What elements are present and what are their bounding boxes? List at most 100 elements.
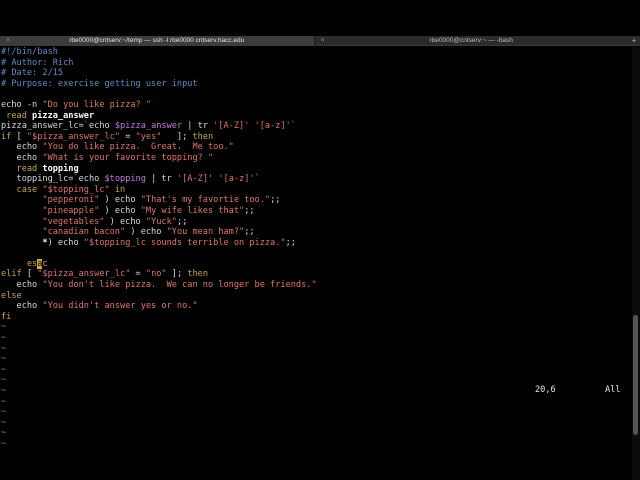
code-token: else <box>1 290 22 301</box>
tab-ssh-session[interactable]: × rbe0000@cntserv:~/temp — ssh -l rbe000… <box>0 36 314 46</box>
code-token: "What is your favorite topping? " <box>42 152 214 163</box>
empty-buffer-line[interactable]: ~ <box>1 354 317 365</box>
code-token: ~ <box>1 428 7 439</box>
code-token: then <box>187 269 209 280</box>
code-line[interactable]: "pineapple" ) echo "My wife likes that";… <box>1 206 317 217</box>
vim-editor[interactable]: #!/bin/bash # Author: Rich # Date: 2/15 # P… <box>0 47 632 480</box>
code-token: ]; <box>161 131 193 142</box>
code-token: ` <box>290 121 296 132</box>
code-token: "You mean ham?" <box>166 227 245 238</box>
code-line[interactable]: read topping <box>1 164 317 175</box>
code-token: "You do like pizza. Great. Me too." <box>42 142 234 153</box>
code-token: #!/bin/bash <box>1 47 58 57</box>
empty-buffer-line[interactable]: ~ <box>1 365 317 376</box>
code-token: topping_lc= <box>1 174 74 185</box>
code-token: echo <box>1 142 43 153</box>
code-token: echo <box>1 152 43 163</box>
code-token: ;; <box>176 216 188 227</box>
empty-buffer-line[interactable]: ~ <box>1 397 317 408</box>
code-line[interactable]: topping_lc= ` echo $topping | tr '[A-Z]' '… <box>1 174 317 185</box>
code-token: ]; <box>166 269 188 280</box>
scrollbar-thumb[interactable] <box>633 315 638 435</box>
code-token: # Date: 2/15 <box>1 68 64 79</box>
code-line[interactable]: else <box>1 291 317 302</box>
code-token: # Purpose: exercise getting user input <box>1 78 198 89</box>
code-line[interactable]: "canadian bacon" ) echo "You mean ham?";… <box>1 227 317 238</box>
scroll-indicator: All <box>605 385 621 395</box>
empty-buffer-line[interactable]: ~ <box>1 439 317 450</box>
code-token: = <box>120 131 136 142</box>
code-token: "pepperoni" <box>1 195 100 206</box>
empty-buffer-line[interactable]: ~ <box>1 333 317 344</box>
code-token: ` <box>254 174 260 185</box>
code-token: echo <box>78 174 105 185</box>
code-token: "That's my favortie too." <box>140 195 271 206</box>
code-line[interactable]: pizza_answer_lc= ` echo $pizza_answer | tr… <box>1 121 317 132</box>
code-token: ~ <box>1 375 7 386</box>
code-line[interactable]: echo "You don't like pizza. We can no lo… <box>1 280 317 291</box>
code-line[interactable]: # Purpose: exercise getting user input <box>1 79 317 90</box>
new-tab-icon[interactable]: + <box>628 36 640 45</box>
code-token: ~ <box>1 396 7 407</box>
code-token: ~ <box>1 364 7 375</box>
empty-buffer-line[interactable]: ~ <box>1 418 317 429</box>
code-token: if <box>1 131 12 142</box>
terminal-tab-bar: × rbe0000@cntserv:~/temp — ssh -l rbe000… <box>0 36 640 46</box>
code-line[interactable]: # Date: 2/15 <box>1 68 317 79</box>
code-token: # Author: Rich <box>1 57 74 68</box>
empty-buffer-line[interactable]: ~ <box>1 322 317 333</box>
code-token: "You don't like pizza. We can no longer … <box>42 280 317 291</box>
empty-buffer-line[interactable]: ~ <box>1 428 317 439</box>
code-line[interactable] <box>1 248 317 259</box>
code-token: fi <box>1 311 12 322</box>
close-icon[interactable]: × <box>6 36 10 46</box>
code-token: ~ <box>1 407 7 418</box>
code-token: pizza_answer_lc= <box>1 121 84 132</box>
code-line[interactable]: elif [ "$pizza_answer_lc" = "no" ]; then <box>1 269 317 280</box>
code-line[interactable]: esac <box>1 258 317 270</box>
code-line[interactable]: case "$topping_lc" in <box>1 185 317 196</box>
code-line[interactable]: echo "You do like pizza. Great. Me too." <box>1 142 317 153</box>
code-token: read <box>1 163 43 174</box>
empty-buffer-line[interactable]: ~ <box>1 407 317 418</box>
code-line[interactable]: # Author: Rich <box>1 58 317 69</box>
code-token: = <box>130 269 146 280</box>
cursor-position: 20,6 <box>535 385 556 395</box>
code-line[interactable]: echo "You didn't answer yes or no." <box>1 301 317 312</box>
code-line[interactable]: *) echo "$topping_lc sounds terrible on … <box>1 238 317 249</box>
code-token: ;; <box>285 237 296 248</box>
tab-label: rbe0000@cntserv:~/temp — ssh -l rbe0000 … <box>69 37 245 44</box>
empty-buffer-line[interactable]: ~ <box>1 344 317 355</box>
code-token: $pizza_answer <box>114 121 183 132</box>
code-token: ) echo <box>47 237 84 248</box>
vim-status-line: 20,6 All <box>0 385 632 396</box>
code-line[interactable]: echo "What is your favorite topping? " <box>1 153 317 164</box>
code-token: ) echo <box>125 227 167 238</box>
code-line[interactable]: #!/bin/bash <box>1 47 317 58</box>
code-token: "Yuck" <box>145 216 177 227</box>
code-token: ~ <box>1 417 7 428</box>
code-token: "$pizza_answer_lc" <box>37 269 131 280</box>
code-line[interactable]: if [ "$pizza_answer_lc" = "yes" ]; then <box>1 132 317 143</box>
code-token: "canadian bacon" <box>1 227 126 238</box>
code-line[interactable]: "pepperoni" ) echo "That's my favortie t… <box>1 195 317 206</box>
code-token: * <box>1 237 48 248</box>
code-token: "$topping_lc sounds terrible on pizza." <box>83 237 286 248</box>
code-token: | tr <box>145 174 177 185</box>
code-token: ~ <box>1 354 7 365</box>
code-token: "$pizza_answer_lc" <box>26 131 121 142</box>
close-icon[interactable]: × <box>321 36 325 46</box>
code-token: echo -n <box>1 99 43 110</box>
code-token: '[A-Z]' <box>213 121 250 132</box>
code-line[interactable]: read pizza_answer <box>1 111 317 122</box>
code-token: '[a-z]' <box>254 121 291 132</box>
code-line[interactable]: echo -n "Do you like pizza? " <box>1 100 317 111</box>
code-token: "$topping_lc" <box>42 184 110 195</box>
code-line[interactable]: "vegetables" ) echo "Yuck";; <box>1 217 317 228</box>
code-line[interactable] <box>1 89 317 100</box>
code-token: ) echo <box>99 195 141 206</box>
code-line[interactable]: fi <box>1 312 317 323</box>
tab-local-bash[interactable]: × rbe0000@cntserv:~ — -bash <box>313 36 629 46</box>
code-token: "You didn't answer yes or no." <box>42 301 198 312</box>
code-token: $topping <box>104 174 146 185</box>
